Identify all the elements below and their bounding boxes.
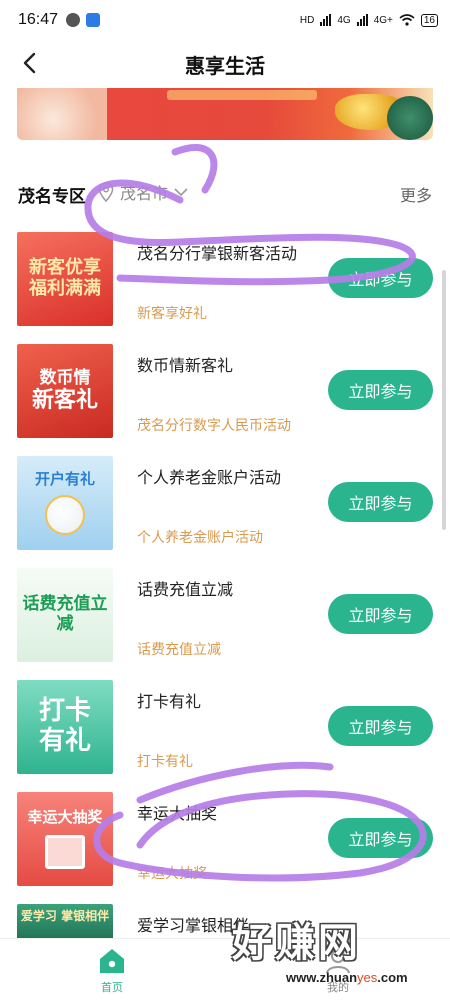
activity-subtitle: 个人养老金账户活动 bbox=[137, 530, 263, 546]
activity-title: 茂名分行掌银新客活动 bbox=[137, 244, 298, 263]
chevron-down-icon bbox=[174, 188, 188, 197]
activity-thumbnail: 开户有礼 bbox=[17, 456, 113, 550]
thumb-text: 开户有礼 bbox=[34, 470, 95, 489]
home-icon bbox=[100, 949, 124, 973]
network-label-4gplus: 4G+ bbox=[373, 14, 393, 26]
thumb-text: 打卡 bbox=[38, 696, 91, 727]
activity-title: 个人养老金账户活动 bbox=[137, 468, 282, 487]
list-item[interactable]: 数币情 新客礼 数币情新客礼 茂名分行数字人民币活动 立即参与 bbox=[0, 340, 450, 440]
banner-text-fragment bbox=[167, 90, 317, 100]
tab-mine[interactable]: 我的 bbox=[298, 947, 378, 995]
list-item[interactable]: 开户有礼 个人养老金账户活动 个人养老金账户活动 立即参与 bbox=[0, 452, 450, 552]
activity-title: 打卡有礼 bbox=[137, 692, 202, 711]
banner-decoration bbox=[17, 88, 107, 140]
chevron-left-icon bbox=[23, 52, 36, 74]
signal-icon bbox=[320, 14, 332, 26]
status-bar: 16:47 HD 4G 4G+ 16 bbox=[0, 0, 450, 40]
list-item[interactable]: 新客优享 福利满满 茂名分行掌银新客活动 新客享好礼 立即参与 bbox=[0, 228, 450, 328]
activity-thumbnail: 幸运大抽奖 bbox=[17, 792, 113, 886]
promo-banner[interactable] bbox=[17, 88, 433, 140]
page-title: 惠享生活 bbox=[185, 53, 265, 78]
hd-label: HD bbox=[299, 14, 315, 26]
activity-subtitle: 幸运大抽奖 bbox=[137, 866, 207, 882]
list-item[interactable]: 打卡 有礼 打卡有礼 打卡有礼 立即参与 bbox=[0, 676, 450, 776]
activity-thumbnail: 数币情 新客礼 bbox=[17, 344, 113, 438]
tab-home[interactable]: 首页 bbox=[72, 947, 152, 995]
thumb-text: 话费充值立减 bbox=[22, 594, 108, 634]
banner-plant-decoration bbox=[387, 96, 433, 140]
join-button[interactable]: 立即参与 bbox=[328, 370, 433, 410]
activity-thumbnail: 新客优享 福利满满 bbox=[17, 232, 113, 326]
status-time: 16:47 bbox=[18, 11, 59, 28]
list-item[interactable]: 幸运大抽奖 幸运大抽奖 幸运大抽奖 立即参与 bbox=[0, 788, 450, 888]
thumb-text: 爱学习 掌银相伴 bbox=[20, 909, 110, 923]
section-header: 茂名专区 茂名市 更多 bbox=[0, 172, 450, 216]
back-button[interactable] bbox=[14, 48, 44, 78]
activity-subtitle: 话费充值立减 bbox=[137, 642, 221, 658]
thumb-text: 新客优享 bbox=[29, 257, 101, 279]
activity-thumbnail: 话费充值立减 bbox=[17, 568, 113, 662]
list-item[interactable]: 话费充值立减 话费充值立减 话费充值立减 立即参与 bbox=[0, 564, 450, 664]
location-pin-icon bbox=[98, 182, 114, 202]
nav-bar: 惠享生活 bbox=[0, 40, 450, 88]
activity-title: 话费充值立减 bbox=[137, 580, 234, 599]
city-selector[interactable]: 茂名市 bbox=[98, 180, 188, 204]
thumb-text: 有礼 bbox=[38, 726, 91, 756]
join-button[interactable]: 立即参与 bbox=[328, 482, 433, 522]
network-label-4g: 4G bbox=[337, 14, 351, 26]
activity-title: 幸运大抽奖 bbox=[137, 804, 218, 823]
activity-subtitle: 茂名分行数字人民币活动 bbox=[137, 418, 291, 434]
profile-icon bbox=[326, 949, 350, 974]
tab-label-home: 首页 bbox=[101, 981, 123, 994]
signal-icon-2 bbox=[356, 14, 368, 26]
thumb-text: 新客礼 bbox=[31, 388, 98, 414]
wifi-icon bbox=[399, 14, 415, 26]
activity-title: 爱学习掌银相伴 bbox=[137, 916, 250, 935]
join-button[interactable]: 立即参与 bbox=[328, 818, 433, 858]
chat-app-icon bbox=[66, 13, 81, 27]
scrollbar[interactable] bbox=[442, 270, 446, 530]
city-label: 茂名市 bbox=[120, 184, 169, 203]
gift-box-icon bbox=[44, 834, 85, 869]
tab-label-mine: 我的 bbox=[327, 981, 349, 994]
more-link[interactable]: 更多 bbox=[400, 182, 432, 206]
activity-thumbnail: 打卡 有礼 bbox=[17, 680, 113, 774]
join-button[interactable]: 立即参与 bbox=[328, 594, 433, 634]
thumb-text: 幸运大抽奖 bbox=[27, 808, 103, 827]
thumb-text: 福利满满 bbox=[29, 278, 101, 299]
mascot-icon bbox=[44, 494, 85, 535]
battery-icon: 16 bbox=[420, 13, 438, 27]
status-right: HD 4G 4G+ 16 bbox=[299, 13, 438, 27]
activity-subtitle: 打卡有礼 bbox=[137, 754, 193, 770]
tab-bar: 首页 我的 bbox=[0, 938, 450, 1000]
join-button[interactable]: 立即参与 bbox=[328, 258, 433, 298]
app-notification-icon bbox=[86, 13, 101, 27]
activity-subtitle: 新客享好礼 bbox=[137, 306, 207, 322]
notification-icons bbox=[66, 13, 101, 27]
section-title: 茂名专区 bbox=[18, 186, 86, 207]
thumb-text: 数币情 bbox=[39, 367, 91, 388]
join-button[interactable]: 立即参与 bbox=[328, 706, 433, 746]
activity-title: 数币情新客礼 bbox=[137, 356, 234, 375]
